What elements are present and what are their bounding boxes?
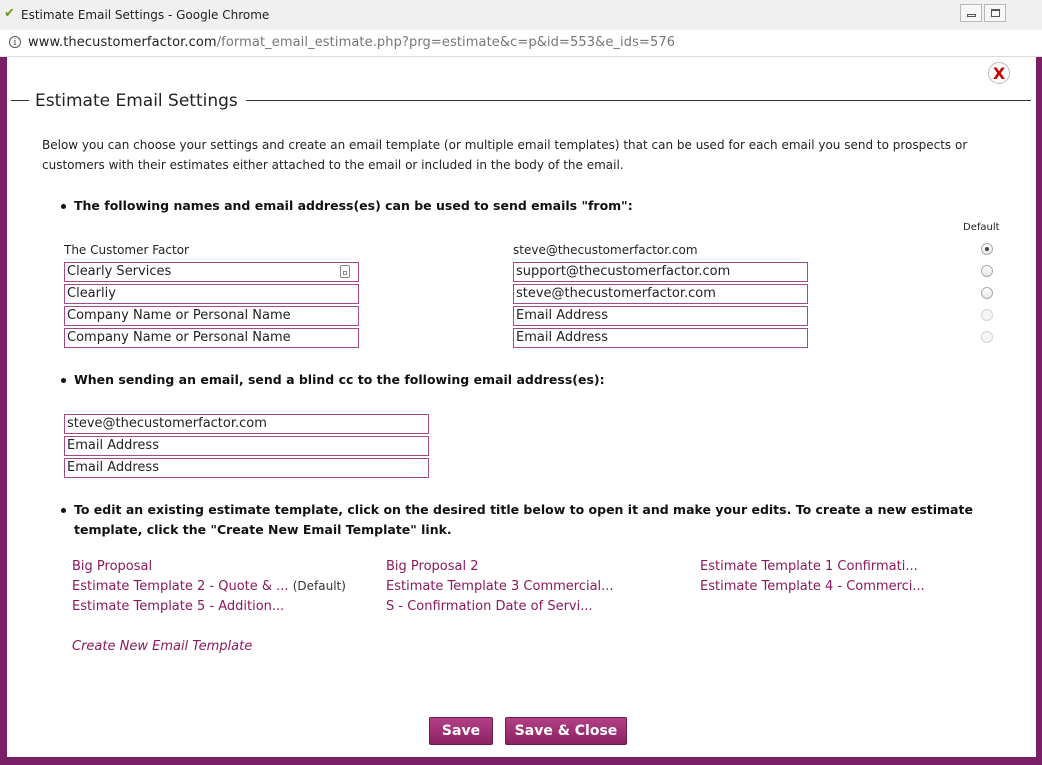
window-controls <box>942 4 1042 24</box>
bcc-heading: When sending an email, send a blind cc t… <box>61 370 1009 390</box>
default-radio-1[interactable] <box>981 265 993 277</box>
window-title: Estimate Email Settings - Google Chrome <box>21 8 270 22</box>
template-link-estimate-5[interactable]: Estimate Template 5 - Addition... <box>72 599 284 614</box>
dialog-content: X Estimate Email Settings Below you can … <box>7 57 1036 757</box>
dialog-close-button[interactable]: X <box>988 62 1010 84</box>
template-link-estimate-1[interactable]: Estimate Template 1 Confirmati... <box>700 559 918 574</box>
save-button[interactable]: Save <box>429 717 493 745</box>
primary-sender-name: The Customer Factor <box>64 243 189 257</box>
address-bar[interactable]: i www.thecustomerfactor.com/format_email… <box>0 30 1042 57</box>
templates-heading: To edit an existing estimate template, c… <box>61 500 1009 540</box>
default-template-badge: (Default) <box>292 579 346 593</box>
template-link-estimate-4[interactable]: Estimate Template 4 - Commerci... <box>700 579 925 594</box>
heading-divider-left <box>11 100 29 101</box>
title-bar: ✔ Estimate Email Settings - Google Chrom… <box>0 0 1042 30</box>
sender-name-field-4[interactable]: Company Name or Personal Name <box>64 328 359 348</box>
default-radio-2[interactable] <box>981 287 993 299</box>
info-icon[interactable]: i <box>9 36 21 48</box>
page-title: Estimate Email Settings <box>35 91 238 111</box>
senders-heading: The following names and email address(es… <box>61 196 1009 216</box>
create-template-link[interactable]: Create New Email Template <box>72 639 252 654</box>
template-link-big-proposal-2[interactable]: Big Proposal 2 <box>386 559 479 574</box>
intro-text: Below you can choose your settings and c… <box>42 138 968 172</box>
sender-name-field-2[interactable]: Clearliy <box>64 284 359 304</box>
default-column-label: Default <box>963 222 1000 233</box>
bcc-field-3[interactable]: Email Address <box>64 458 429 478</box>
bcc-field-2[interactable]: Email Address <box>64 436 429 456</box>
template-row-estimate-2: Estimate Template 2 - Quote & ... (Defau… <box>72 579 346 594</box>
sender-email-field-4[interactable]: Email Address <box>513 328 808 348</box>
app-check-icon: ✔ <box>4 6 15 21</box>
default-radio-4[interactable] <box>981 331 993 343</box>
url-path: /format_email_estimate.php?prg=estimate&… <box>216 35 676 50</box>
sender-name-value-1: Clearly Services <box>67 264 172 279</box>
heading-divider-right <box>246 100 1031 101</box>
bcc-field-1[interactable]: steve@thecustomerfactor.com <box>64 414 429 434</box>
sender-email-field-2[interactable]: steve@thecustomerfactor.com <box>513 284 808 304</box>
url-text[interactable]: www.thecustomerfactor.com/format_email_e… <box>28 35 675 50</box>
sender-name-field-1[interactable]: Clearly Services <box>64 262 359 282</box>
primary-sender-email: steve@thecustomerfactor.com <box>513 243 698 257</box>
sender-email-field-1[interactable]: support@thecustomerfactor.com <box>513 262 808 282</box>
maximize-button[interactable] <box>984 4 1006 22</box>
template-link-estimate-3[interactable]: Estimate Template 3 Commercial... <box>386 579 614 594</box>
default-radio-0[interactable] <box>981 243 993 255</box>
window-close-button[interactable] <box>1008 4 1042 22</box>
url-host: www.thecustomerfactor.com <box>28 35 217 50</box>
sender-email-field-3[interactable]: Email Address <box>513 306 808 326</box>
template-link-big-proposal[interactable]: Big Proposal <box>72 559 152 574</box>
contact-card-icon <box>340 265 350 278</box>
default-radio-3[interactable] <box>981 309 993 321</box>
template-link-s-confirmation[interactable]: S - Confirmation Date of Servi... <box>386 599 593 614</box>
template-link-estimate-2[interactable]: Estimate Template 2 - Quote & ... <box>72 579 289 594</box>
sender-name-field-3[interactable]: Company Name or Personal Name <box>64 306 359 326</box>
browser-window: ✔ Estimate Email Settings - Google Chrom… <box>0 0 1042 765</box>
minimize-button[interactable] <box>960 4 982 22</box>
save-close-button[interactable]: Save & Close <box>505 717 627 745</box>
